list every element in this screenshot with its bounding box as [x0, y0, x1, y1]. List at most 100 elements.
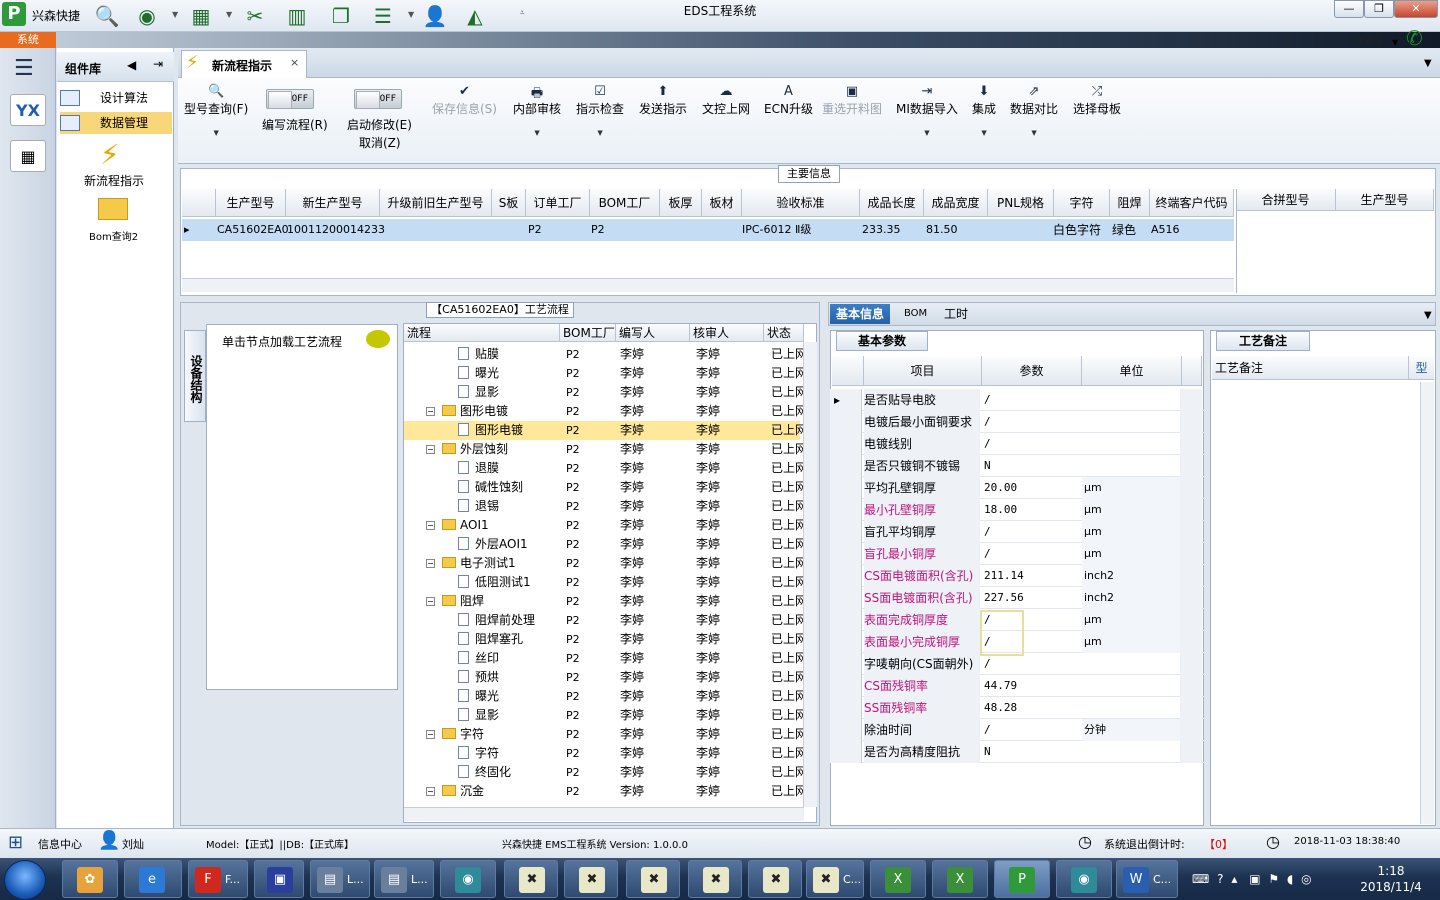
process-node[interactable]: AOI1 [442, 516, 489, 535]
param-row[interactable]: ▸ 是否贴导电胶 / [830, 389, 1204, 411]
tray-expand-icon[interactable]: ▴ [1231, 872, 1237, 886]
param-value[interactable]: / [982, 411, 1080, 433]
tab-list-icon[interactable]: ▼ [1424, 310, 1432, 321]
process-row[interactable]: − 阻焊 P2 李婷 李婷 已上网 [404, 592, 807, 611]
process-row[interactable]: − 电子测试1 P2 李婷 李婷 已上网 [404, 554, 807, 573]
maximize-button[interactable]: ❐ [1364, 0, 1394, 18]
process-row[interactable]: − 图形电镀 P2 李婷 李婷 已上网 [404, 402, 807, 421]
taskbar-app-eye2[interactable]: ◉ [1056, 860, 1112, 898]
process-node[interactable]: 电子测试1 [442, 554, 516, 573]
taskbar-app-x2[interactable]: ✖ [564, 860, 618, 898]
param-value[interactable]: / [982, 389, 1080, 411]
param-row[interactable]: 字唛朝向(CS面朝外) / [830, 653, 1204, 675]
menu-icon[interactable]: ☰ [14, 56, 34, 81]
column-header[interactable]: 生产型号 [1336, 189, 1434, 211]
process-row[interactable]: 贴膜 P2 李婷 李婷 已上网 [404, 345, 807, 364]
process-node[interactable]: 沉金 [442, 782, 484, 801]
vertical-scrollbar[interactable] [803, 342, 817, 807]
process-node[interactable]: 碱性蚀刻 [458, 478, 523, 497]
param-value[interactable]: / [982, 719, 1080, 741]
process-row[interactable]: 退膜 P2 李婷 李婷 已上网 [404, 459, 807, 478]
reselect-cutting-button[interactable]: ▣ 重选开料图 [822, 84, 882, 117]
param-value[interactable]: / [982, 653, 1080, 675]
process-row[interactable]: 图形电镀 P2 李婷 李婷 已上网 [404, 421, 807, 440]
caret-left-icon[interactable]: ◀ [127, 58, 136, 72]
pin-icon[interactable]: ⇥ [153, 57, 163, 71]
collapse-icon[interactable]: − [426, 787, 435, 796]
comp-big-item-new-flow[interactable]: 新流程指示 [84, 172, 144, 189]
param-value[interactable]: 211.14 [982, 565, 1080, 587]
process-row[interactable]: 阻焊塞孔 P2 李婷 李婷 已上网 [404, 630, 807, 649]
process-node[interactable]: 字符 [442, 725, 484, 744]
send-instruction-button[interactable]: ⬆ 发送指示 [639, 84, 687, 117]
taskbar-window[interactable]: ✖ C... [806, 860, 864, 898]
process-node[interactable]: 低阻测试1 [458, 573, 531, 592]
taskbar-app-shell[interactable]: ✿ [62, 860, 118, 898]
process-node[interactable]: 曝光 [458, 364, 499, 383]
taskbar-clock[interactable]: 1:18 2018/11/4 [1354, 863, 1428, 895]
column-header[interactable]: 合拼型号 [1236, 189, 1336, 211]
comp-item-data-management[interactable]: 数据管理 [60, 112, 172, 134]
param-row[interactable]: CS面电镀面积(含孔) 211.14 inch2 [830, 565, 1204, 587]
mi-import-button[interactable]: ⇥ MI数据导入 ▼ [896, 84, 958, 137]
param-row[interactable]: 电镀线别 / [830, 433, 1204, 455]
start-edit-toggle[interactable]: OFF [354, 89, 402, 109]
process-row[interactable]: 预烘 P2 李婷 李婷 已上网 [404, 668, 807, 687]
column-header[interactable]: 验收标准 [742, 189, 860, 217]
taskbar-window[interactable]: W C... [1116, 860, 1178, 898]
column-header[interactable]: 新生产型号 [286, 189, 380, 217]
param-value[interactable]: 18.00 [982, 499, 1080, 521]
param-value[interactable]: / [982, 521, 1080, 543]
param-row[interactable]: 盲孔最小铜厚 / μm [830, 543, 1204, 565]
column-header[interactable]: 流程 [404, 324, 560, 342]
column-header[interactable]: 单位 [1082, 356, 1182, 386]
taskbar-app-x3[interactable]: ✖ [626, 860, 680, 898]
side-tab-equipment[interactable]: 设备结构 [184, 330, 206, 422]
column-header[interactable]: 字符 [1054, 189, 1110, 217]
model-query-button[interactable]: 🔍 型号查询(F) ▼ [184, 84, 248, 137]
param-row[interactable]: 盲孔平均铜厚 / μm [830, 521, 1204, 543]
column-header[interactable]: PNL规格 [988, 189, 1054, 217]
integrate-button[interactable]: ⬇ 集成 ▼ [972, 84, 996, 137]
taskbar-window[interactable]: ▤ L... [310, 860, 370, 898]
param-row[interactable]: 电镀后最小面铜要求 / [830, 411, 1204, 433]
taskbar-app-x1[interactable]: ✖ [504, 860, 558, 898]
process-node[interactable]: 图形电镀 [458, 421, 523, 440]
data-compare-button[interactable]: ⇗ 数据对比 ▼ [1010, 84, 1058, 137]
section-basic-params[interactable]: 基本参数 [836, 331, 928, 351]
process-node[interactable]: 阻焊 [442, 592, 484, 611]
process-node[interactable]: 阻焊前处理 [458, 611, 535, 630]
column-header[interactable]: 工艺备注 [1212, 356, 1408, 380]
calculator-icon[interactable]: ▦ [10, 140, 46, 172]
process-node[interactable]: 显影 [458, 383, 499, 402]
help-icon[interactable]: ? [1217, 872, 1223, 886]
tab-bom[interactable]: BOM [898, 304, 933, 324]
column-header[interactable]: 阻焊 [1110, 189, 1150, 217]
collapse-icon[interactable]: − [426, 730, 435, 739]
taskbar-window[interactable]: F F... [188, 860, 248, 898]
internal-review-button[interactable]: 🖶 内部审核 ▼ [513, 84, 561, 137]
ecn-upgrade-button[interactable]: A ECN升级 [764, 84, 813, 117]
process-node[interactable]: 显影 [458, 706, 499, 725]
speech-bubble-icon[interactable]: . [366, 330, 390, 348]
process-row[interactable]: 曝光 P2 李婷 李婷 已上网 [404, 687, 807, 706]
taskbar-app-excel2[interactable]: X [932, 860, 988, 898]
process-row[interactable]: 退锡 P2 李婷 李婷 已上网 [404, 497, 807, 516]
taskbar-app-x4[interactable]: ✖ [688, 860, 742, 898]
check-instruction-button[interactable]: ☑ 指示检查 ▼ [576, 84, 624, 137]
collapse-icon[interactable]: − [426, 521, 435, 530]
comp-item-design-algorithm[interactable]: 设计算法 [60, 87, 172, 109]
param-value[interactable]: 44.79 [982, 675, 1080, 697]
process-node[interactable]: 图形电镀 [442, 402, 508, 421]
section-process-remark[interactable]: 工艺备注 [1216, 331, 1310, 351]
process-node[interactable]: 预烘 [458, 668, 499, 687]
windows-icon[interactable]: ⊞ [8, 832, 23, 853]
param-value[interactable]: N [982, 455, 1080, 477]
tab-list-icon[interactable]: ▼ [1424, 58, 1432, 69]
chevron-down-icon[interactable]: ▼ [1392, 38, 1398, 47]
process-row[interactable]: 显影 P2 李婷 李婷 已上网 [404, 383, 807, 402]
start-button[interactable] [4, 860, 46, 900]
process-row[interactable]: 丝印 P2 李婷 李婷 已上网 [404, 649, 807, 668]
write-flow-toggle[interactable]: OFF [266, 89, 314, 109]
column-header[interactable]: 状态 [764, 324, 804, 342]
